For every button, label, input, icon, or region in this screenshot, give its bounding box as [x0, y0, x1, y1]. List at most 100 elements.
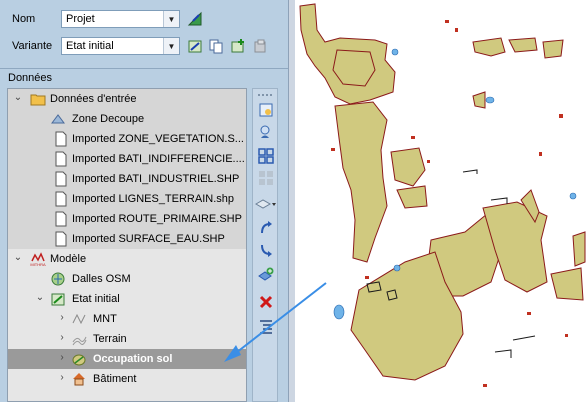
expand-icon[interactable]: › — [57, 332, 67, 344]
copy-icon[interactable] — [207, 37, 225, 55]
building-mark — [539, 152, 542, 156]
building-mark — [559, 114, 563, 118]
grid-icon[interactable] — [257, 147, 275, 165]
tree-item-label: Imported ZONE_VEGETATION.S... — [72, 133, 244, 145]
tree-item-imported-file[interactable]: Imported ZONE_VEGETATION.S... — [8, 129, 246, 149]
variante-label: Variante — [12, 40, 53, 52]
search-user-icon[interactable] — [257, 123, 275, 141]
document-icon — [53, 171, 69, 187]
land-parcel — [542, 39, 564, 59]
land-parcel — [390, 147, 426, 187]
expand-icon[interactable]: › — [57, 312, 67, 324]
building-mark — [445, 20, 449, 23]
land-use-map — [299, 3, 586, 387]
grip-handle[interactable] — [257, 92, 275, 98]
tree-item-imported-file[interactable]: Imported BATI_INDIFFERENCIE.... — [8, 149, 246, 169]
building-mark — [331, 148, 335, 151]
building-outline — [490, 197, 508, 204]
add-variant-icon[interactable] — [229, 37, 247, 55]
tree-item-modele[interactable]: ⌄ MITHRA Modèle — [8, 249, 246, 269]
document-icon — [53, 211, 69, 227]
tree-item-label: Imported BATI_INDIFFERENCIE.... — [72, 153, 245, 165]
mnt-layer-icon — [71, 311, 87, 327]
land-parcel — [550, 267, 584, 301]
nom-label: Nom — [12, 13, 36, 25]
tree-item-label: Dalles OSM — [72, 273, 131, 285]
building-mark — [365, 276, 369, 279]
collapse-icon[interactable]: ⌄ — [13, 252, 23, 264]
document-icon — [53, 151, 69, 167]
terrain-icon — [71, 331, 87, 347]
variante-value: Etat initial — [66, 40, 114, 52]
building-mark — [527, 312, 531, 315]
data-tree[interactable]: ⌄ Données d'entrée Zone Decoupe Imported… — [7, 88, 247, 402]
tree-item-label: Modèle — [50, 253, 87, 265]
osm-tiles-icon — [50, 271, 66, 287]
variante-combobox[interactable]: Etat initial ▼ — [61, 37, 180, 55]
project-edit-icon[interactable] — [186, 10, 204, 28]
tree-item-label: Etat initial — [72, 293, 120, 305]
variant-icon — [50, 291, 66, 307]
building-mark — [427, 160, 430, 163]
variant-edit-icon[interactable] — [186, 37, 204, 55]
tree-item-batiment[interactable]: › Bâtiment — [8, 369, 246, 389]
collapse-icon[interactable]: ⌄ — [35, 292, 45, 304]
tree-item-donnees-entree[interactable]: ⌄ Données d'entrée — [8, 89, 246, 109]
tree-item-mnt[interactable]: › MNT — [8, 309, 246, 329]
building-icon — [71, 371, 87, 387]
building-mark — [565, 334, 568, 337]
move-down-icon[interactable] — [257, 241, 275, 259]
mithra-logo-icon: MITHRA — [30, 251, 46, 267]
building-outline — [462, 169, 478, 174]
move-up-icon[interactable] — [257, 219, 275, 237]
land-parcel — [572, 231, 586, 267]
water-body — [569, 192, 577, 200]
tree-item-terrain[interactable]: › Terrain — [8, 329, 246, 349]
add-layer-icon[interactable] — [257, 265, 275, 283]
building-mark — [483, 384, 487, 387]
land-parcel — [334, 101, 388, 263]
land-use-icon — [71, 351, 87, 367]
collapse-icon[interactable]: ⌄ — [13, 92, 23, 104]
tree-item-label: Données d'entrée — [50, 93, 137, 105]
tree-item-etat-initial[interactable]: ⌄ Etat initial — [8, 289, 246, 309]
delete-icon[interactable] — [257, 293, 275, 311]
map-view[interactable] — [295, 0, 586, 402]
tree-item-dalles-osm[interactable]: Dalles OSM — [8, 269, 246, 289]
tree-item-imported-file[interactable]: Imported SURFACE_EAU.SHP — [8, 229, 246, 249]
expand-icon[interactable]: › — [57, 352, 67, 364]
properties-icon[interactable] — [257, 101, 275, 119]
splitter[interactable] — [288, 0, 295, 402]
water-body — [333, 304, 345, 320]
land-parcel — [508, 37, 538, 53]
chevron-down-icon[interactable]: ▼ — [163, 11, 179, 27]
grid-disabled-icon — [257, 169, 275, 187]
expand-icon[interactable]: › — [57, 372, 67, 384]
tree-item-zone-decoupe[interactable]: Zone Decoupe — [8, 109, 246, 129]
land-parcel — [396, 185, 428, 209]
layer-dropdown-icon[interactable] — [255, 195, 277, 213]
list-icon[interactable] — [257, 317, 275, 335]
delete-variant-icon[interactable] — [251, 37, 269, 55]
building-mark — [411, 136, 415, 139]
tree-item-label: Imported SURFACE_EAU.SHP — [72, 233, 225, 245]
data-panel: Nom Projet ▼ Variante Etat initial ▼ Don… — [0, 0, 288, 402]
water-body — [393, 264, 401, 272]
land-parcel — [472, 37, 506, 57]
tree-item-occupation-sol[interactable]: › Occupation sol — [8, 349, 246, 369]
chevron-down-icon[interactable]: ▼ — [163, 38, 179, 54]
building-outline — [512, 335, 536, 341]
water-body — [485, 96, 495, 104]
tree-item-imported-file[interactable]: Imported LIGNES_TERRAIN.shp — [8, 189, 246, 209]
nom-value: Projet — [66, 13, 95, 25]
tree-item-imported-file[interactable]: Imported BATI_INDUSTRIEL.SHP — [8, 169, 246, 189]
tree-item-label: Bâtiment — [93, 373, 137, 385]
tree-item-imported-file[interactable]: Imported ROUTE_PRIMAIRE.SHP — [8, 209, 246, 229]
building-outline — [494, 349, 512, 358]
document-icon — [53, 231, 69, 247]
tree-item-label: Imported LIGNES_TERRAIN.shp — [72, 193, 235, 205]
tree-item-label: Zone Decoupe — [72, 113, 145, 125]
mithra-logo-text: MITHRA — [30, 262, 46, 267]
folder-icon — [30, 91, 46, 107]
nom-combobox[interactable]: Projet ▼ — [61, 10, 180, 28]
